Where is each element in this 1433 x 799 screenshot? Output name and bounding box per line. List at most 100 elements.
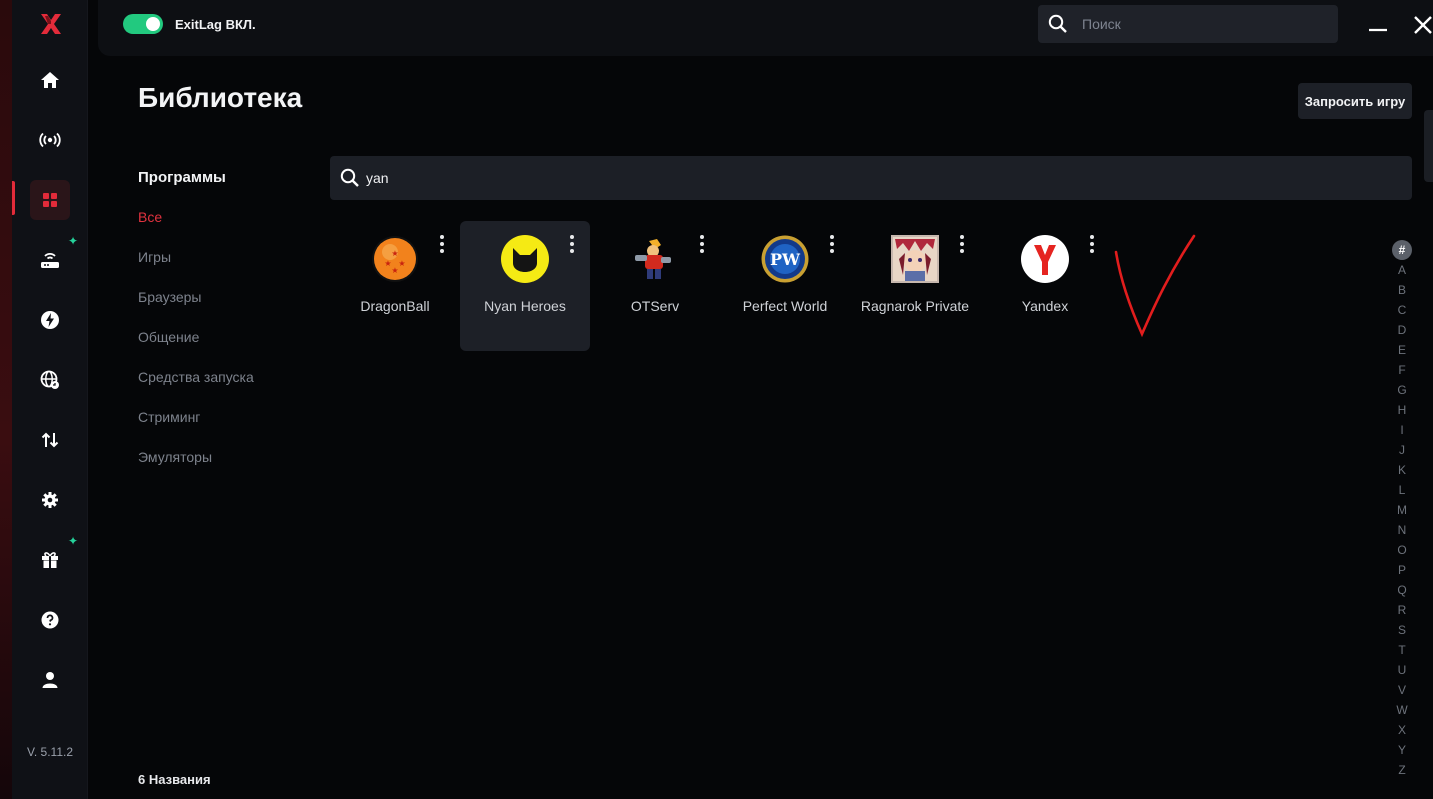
arrows-up-down-icon [41,432,59,448]
alphabet-letter[interactable]: S [1392,620,1412,640]
alphabet-letter[interactable]: V [1392,680,1412,700]
alphabet-letter[interactable]: P [1392,560,1412,580]
close-icon [1414,16,1432,34]
router-icon [41,253,59,268]
gift-icon [42,552,58,568]
alphabet-letter[interactable]: K [1392,460,1412,480]
sidebar-home[interactable] [30,60,70,100]
checkmark-annotation [1114,234,1196,338]
top-bar: ExitLag ВКЛ. [98,0,1433,56]
request-game-button[interactable]: Запросить игру [1298,83,1412,119]
new-badge-icon: ✦ [67,234,78,248]
game-card-ragnarok-private[interactable]: Ragnarok Private [850,221,980,351]
home-icon [41,72,59,88]
question-icon [41,611,59,629]
alphabet-letter[interactable]: N [1392,520,1412,540]
category-streaming[interactable]: Стриминг [138,409,200,425]
game-menu-button[interactable] [956,235,968,253]
game-menu-button[interactable] [1086,235,1098,253]
sidebar-help[interactable] [30,600,70,640]
sidebar-account[interactable] [30,660,70,700]
sidebar: ✦ ✦ V. 5.11.2 [12,0,88,799]
sidebar-router[interactable]: ✦ [30,234,78,280]
alphabet-letter[interactable]: X [1392,720,1412,740]
game-card-dragonball[interactable]: ★ ★ ★ ★ DragonBall [330,221,460,351]
titles-count: 6 Названия [138,772,211,787]
sidebar-settings[interactable] [30,480,70,520]
new-badge-icon: ✦ [67,534,78,548]
active-indicator [12,181,15,215]
global-search-input[interactable] [1082,5,1327,43]
alphabet-letter[interactable]: Z [1392,760,1412,780]
dragonball-icon: ★ ★ ★ ★ [372,236,418,282]
game-menu-button[interactable] [436,235,448,253]
alphabet-letter[interactable]: M [1392,500,1412,520]
category-emulators[interactable]: Эмуляторы [138,449,212,465]
game-name: DragonBall [360,298,430,314]
minimize-icon [1369,28,1387,32]
alphabet-letter[interactable]: G [1392,380,1412,400]
alphabet-letter[interactable]: L [1392,480,1412,500]
alphabet-letter[interactable]: I [1392,420,1412,440]
alphabet-letter[interactable]: W [1392,700,1412,720]
game-name: Perfect World [742,298,828,314]
sidebar-transfer[interactable] [30,420,70,460]
nyan-heroes-icon [501,235,549,283]
alphabet-letter[interactable]: U [1392,660,1412,680]
user-icon [42,672,58,688]
alphabet-letter[interactable]: T [1392,640,1412,660]
game-name: Yandex [1021,298,1069,314]
game-card-yandex[interactable]: Yandex [980,221,1110,351]
alphabet-letter[interactable]: C [1392,300,1412,320]
alphabet-letter[interactable]: A [1392,260,1412,280]
gear-icon [42,492,58,508]
sidebar-globe[interactable] [30,360,70,400]
sidebar-boost[interactable] [30,300,70,340]
alphabet-letter[interactable]: B [1392,280,1412,300]
global-search [1038,5,1338,43]
side-panel-handle[interactable] [1424,110,1433,182]
alphabet-letter[interactable]: Y [1392,740,1412,760]
sidebar-library[interactable] [30,180,70,220]
alphabet-letter[interactable]: H [1392,400,1412,420]
search-icon [340,168,359,187]
category-all[interactable]: Все [138,209,162,225]
exitlag-logo [41,14,61,34]
game-card-otserv[interactable]: OTServ [590,221,720,351]
broadcast-icon [39,132,61,148]
alphabet-letter[interactable]: D [1392,320,1412,340]
game-menu-button[interactable] [566,235,578,253]
alphabet-letter[interactable]: E [1392,340,1412,360]
page-title: Библиотека [138,82,303,113]
category-games[interactable]: Игры [138,249,171,265]
close-button[interactable] [1410,12,1433,38]
svg-text:PW: PW [770,250,801,269]
globe-icon [40,370,59,389]
grid-icon [43,193,57,207]
alphabet-letter[interactable]: J [1392,440,1412,460]
game-card-perfect-world[interactable]: PW Perfect World [720,221,850,351]
category-browsers[interactable]: Браузеры [138,289,202,305]
game-menu-button[interactable] [696,235,708,253]
category-launchers[interactable]: Средства запуска [138,369,254,385]
exitlag-toggle[interactable] [123,14,163,34]
minimize-button[interactable] [1365,12,1391,38]
alphabet-letters: ABCDEFGHIJKLMNOPQRSTUVWXYZ [1392,260,1412,780]
otserv-icon [635,239,671,279]
lightning-icon [41,311,59,329]
sidebar-network[interactable] [30,120,70,160]
toggle-knob [146,17,160,31]
category-communication[interactable]: Общение [138,329,199,345]
game-menu-button[interactable] [826,235,838,253]
perfect-world-icon: PW [761,235,809,283]
game-card-nyan-heroes[interactable]: Nyan Heroes [460,221,590,351]
game-name: Ragnarok Private [860,298,970,314]
alphabet-letter[interactable]: O [1392,540,1412,560]
library-search-input[interactable] [366,156,1396,200]
alphabet-letter[interactable]: F [1392,360,1412,380]
sidebar-gifts[interactable]: ✦ [30,534,78,580]
alphabet-letter[interactable]: Q [1392,580,1412,600]
alphabet-letter[interactable]: R [1392,600,1412,620]
svg-text:★: ★ [391,266,398,275]
alphabet-hash[interactable]: # [1392,240,1412,260]
